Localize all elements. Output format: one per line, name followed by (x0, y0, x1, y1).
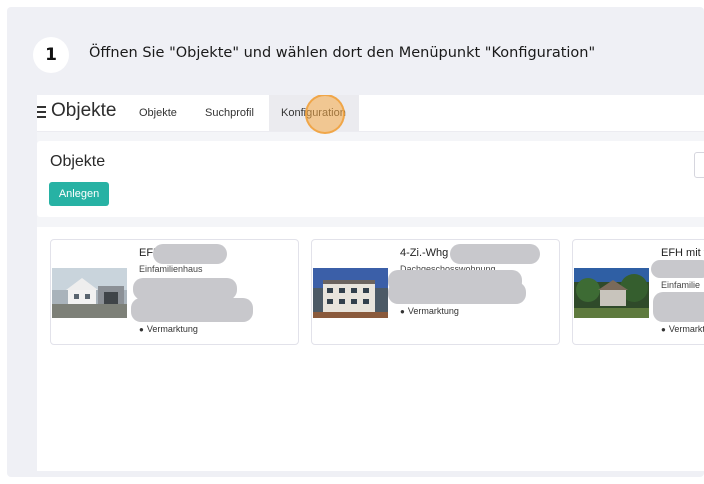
object-type: Einfamilienhaus (139, 264, 203, 274)
object-card[interactable]: EFH mit v Einfamilie ●Vermarkt (572, 239, 704, 345)
object-status: ● Vermarktung (400, 306, 459, 316)
redaction-blob (133, 278, 237, 300)
redaction-blob (153, 244, 227, 264)
house-garden-photo (574, 268, 649, 318)
object-title: 4-Zi.-Whg (400, 247, 449, 259)
status-dot-icon: ● (400, 307, 405, 316)
step-instruction: Öffnen Sie "Objekte" und wählen dort den… (89, 45, 596, 61)
app-title: Objekte (51, 100, 117, 121)
redaction-blob (388, 282, 526, 304)
object-status: ● Vermarkt (661, 324, 704, 334)
hamburger-menu-icon[interactable] (37, 106, 46, 118)
status-dot-icon: ● (139, 325, 144, 334)
redaction-blob (651, 260, 704, 278)
object-type: Einfamilie (661, 280, 701, 290)
status-dot-icon: ● (661, 325, 666, 334)
object-title: EFH mit v (661, 247, 704, 259)
object-status: ● Vermarktung (139, 324, 198, 334)
redaction-blob (450, 244, 540, 264)
click-highlight-marker (305, 95, 345, 134)
apartment-building-photo (313, 268, 388, 318)
redaction-blob (131, 298, 253, 322)
house-photo (52, 268, 127, 318)
redaction-blob (653, 292, 704, 322)
object-card[interactable]: 4-Zi.-Whg Dachgeschosswohnung ● Vermarktu… (311, 239, 560, 345)
nav-tab-objekte[interactable]: Objekte (139, 95, 177, 131)
object-card[interactable]: EFH Einfamilienhaus 0 ●Vermarktung (50, 239, 299, 345)
nav-tab-suchprofil[interactable]: Suchprofil (205, 95, 254, 131)
objects-header-panel (37, 141, 704, 217)
create-object-button[interactable]: Anlegen (49, 182, 109, 206)
app-screenshot: Objekte Objekte Suchprofil Konfiguration… (37, 95, 704, 471)
step-number-badge: 1 (33, 37, 69, 73)
page-title: Objekte (50, 153, 106, 170)
toolbar-control-edge[interactable] (694, 152, 704, 178)
top-navigation-bar: Objekte Objekte Suchprofil Konfiguration (37, 95, 704, 134)
guide-step-frame: 1 Öffnen Sie "Objekte" und wählen dort d… (7, 7, 704, 477)
